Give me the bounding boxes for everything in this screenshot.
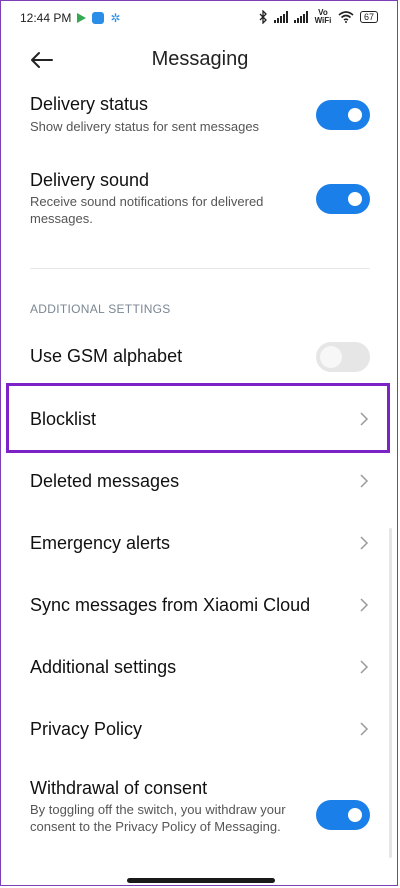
- status-time: 12:44 PM: [20, 11, 72, 25]
- signal-icon-2: [293, 11, 308, 23]
- setting-deleted-messages[interactable]: Deleted messages: [0, 456, 400, 510]
- withdrawal-consent-toggle[interactable]: [316, 800, 370, 830]
- bluetooth-icon: [259, 10, 267, 24]
- setting-label: Privacy Policy: [30, 719, 143, 739]
- page-title: Messaging: [151, 48, 249, 70]
- header: Messaging: [0, 36, 400, 88]
- section-divider: [30, 268, 370, 269]
- toggle-knob: [320, 346, 342, 368]
- delivery-status-toggle[interactable]: [316, 100, 370, 130]
- chevron-right-icon: [360, 660, 369, 674]
- setting-gsm-alphabet[interactable]: Use GSM alphabet: [0, 330, 400, 382]
- setting-sync-cloud[interactable]: Sync messages from Xiaomi Cloud: [0, 580, 400, 634]
- scrollbar[interactable]: [389, 528, 392, 858]
- toggle-knob: [348, 192, 362, 206]
- setting-additional-settings[interactable]: Additional settings: [0, 642, 400, 696]
- setting-description: By toggling off the switch, you withdraw…: [30, 802, 286, 834]
- status-bar: 12:44 PM ✲ Vo WiFi 67: [0, 0, 400, 36]
- battery-icon: 67: [359, 11, 378, 23]
- setting-blocklist[interactable]: Blocklist: [0, 392, 400, 446]
- vowifi-label: Vo WiFi: [314, 8, 332, 25]
- toggle-knob: [348, 808, 362, 822]
- setting-label: Blocklist: [30, 409, 97, 429]
- setting-delivery-sound[interactable]: Delivery sound Receive sound notificatio…: [0, 160, 400, 236]
- chevron-right-icon: [360, 722, 369, 736]
- chevron-right-icon: [360, 536, 369, 550]
- setting-label: Delivery sound: [30, 170, 150, 190]
- setting-label: Withdrawal of consent: [30, 778, 208, 798]
- status-left: 12:44 PM ✲: [20, 11, 120, 25]
- home-indicator[interactable]: [127, 878, 275, 883]
- setting-privacy-policy[interactable]: Privacy Policy: [0, 704, 400, 758]
- setting-label: Delivery status: [30, 94, 149, 114]
- toggle-knob: [348, 108, 362, 122]
- setting-label: Use GSM alphabet: [30, 346, 183, 366]
- app-notification-icon: [92, 12, 105, 24]
- gsm-alphabet-toggle[interactable]: [316, 342, 370, 372]
- chevron-right-icon: [360, 598, 369, 612]
- section-title: ADDITIONAL SETTINGS: [30, 302, 171, 316]
- setting-withdrawal-consent[interactable]: Withdrawal of consent By toggling off th…: [0, 770, 400, 860]
- signal-icon: [273, 11, 288, 23]
- setting-label: Deleted messages: [30, 471, 180, 491]
- setting-delivery-status[interactable]: Delivery status Show delivery status for…: [0, 88, 400, 148]
- setting-label: Additional settings: [30, 657, 177, 677]
- status-right: Vo WiFi 67: [258, 9, 378, 25]
- setting-label: Emergency alerts: [30, 533, 171, 553]
- settings-gear-icon: ✲: [110, 11, 121, 25]
- setting-emergency-alerts[interactable]: Emergency alerts: [0, 518, 400, 572]
- wifi-icon: [338, 11, 354, 23]
- setting-description: Show delivery status for sent messages: [30, 119, 260, 134]
- chevron-right-icon: [360, 474, 369, 488]
- delivery-sound-toggle[interactable]: [316, 184, 370, 214]
- play-store-icon: [77, 13, 87, 23]
- chevron-right-icon: [360, 412, 369, 426]
- setting-label: Sync messages from Xiaomi Cloud: [30, 595, 311, 615]
- setting-description: Receive sound notifications for delivere…: [30, 194, 264, 226]
